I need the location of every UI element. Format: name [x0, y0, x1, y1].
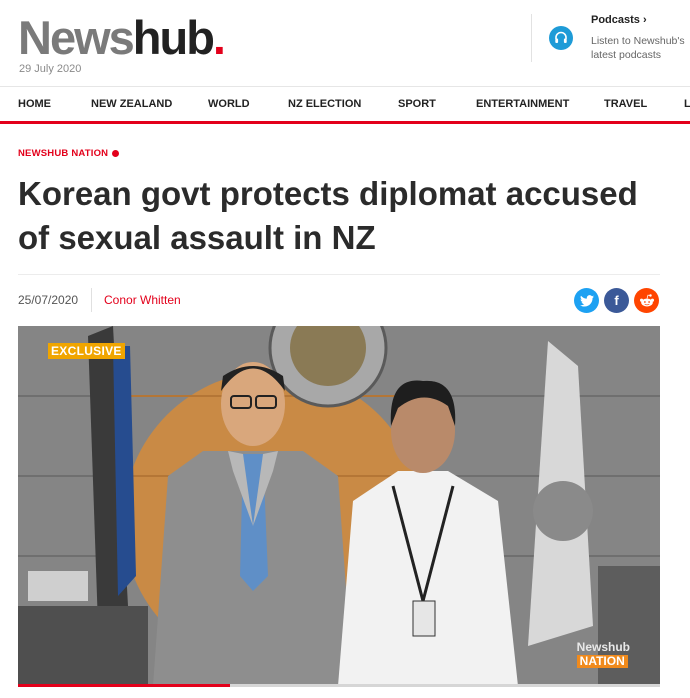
- live-dot-icon: [112, 150, 120, 157]
- headline-divider: [18, 274, 660, 275]
- current-date: 29 July 2020: [19, 63, 82, 75]
- publish-date: 25/07/2020: [18, 293, 79, 307]
- main-navigation: HOME NEW ZEALAND WORLD NZ ELECTION SPORT…: [0, 86, 690, 124]
- nav-entertainment[interactable]: ENTERTAINMENT: [476, 98, 569, 110]
- nav-overflow-item[interactable]: L: [684, 98, 690, 110]
- article-photo[interactable]: EXCLUSIVE Newshub NATION: [18, 326, 660, 686]
- section-label[interactable]: NEWSHUB NATION: [18, 148, 120, 159]
- video-progress-bar[interactable]: [18, 684, 660, 687]
- article-headline: Korean govt protects diplomat accused of…: [18, 175, 638, 256]
- header-divider: [531, 14, 532, 62]
- logo-dot: .: [212, 11, 226, 64]
- facebook-glyph: f: [614, 293, 619, 308]
- facebook-icon[interactable]: f: [604, 288, 629, 313]
- nav-world[interactable]: WORLD: [208, 98, 250, 110]
- headphones-icon[interactable]: [549, 26, 573, 50]
- watermark-newshub: Newshub: [576, 640, 630, 654]
- watermark-nation: NATION: [576, 655, 628, 668]
- meta-divider: [91, 288, 92, 312]
- twitter-icon[interactable]: [574, 288, 599, 313]
- newshub-logo[interactable]: Newshub.: [18, 10, 226, 66]
- nav-nz-election[interactable]: NZ ELECTION: [288, 98, 361, 110]
- section-label-text: NEWSHUB NATION: [18, 148, 109, 159]
- site-header: Newshub. 29 July 2020 Podcasts › Listen …: [0, 0, 690, 86]
- nav-home[interactable]: HOME: [18, 98, 51, 110]
- video-progress-fill: [18, 684, 230, 687]
- logo-news-text: News: [18, 11, 135, 64]
- logo-hub-text: hub: [132, 11, 215, 64]
- newshub-nation-watermark: Newshub NATION: [576, 640, 630, 668]
- nav-sport[interactable]: SPORT: [398, 98, 436, 110]
- author-link[interactable]: Conor Whitten: [104, 293, 181, 307]
- reddit-icon[interactable]: [634, 288, 659, 313]
- nav-travel[interactable]: TRAVEL: [604, 98, 647, 110]
- podcasts-link[interactable]: Podcasts ›: [591, 14, 647, 26]
- photo-illustration: [18, 326, 660, 686]
- nav-new-zealand[interactable]: NEW ZEALAND: [91, 98, 172, 110]
- podcasts-description[interactable]: Listen to Newshub's latest podcasts: [591, 34, 690, 62]
- exclusive-badge: EXCLUSIVE: [48, 343, 125, 359]
